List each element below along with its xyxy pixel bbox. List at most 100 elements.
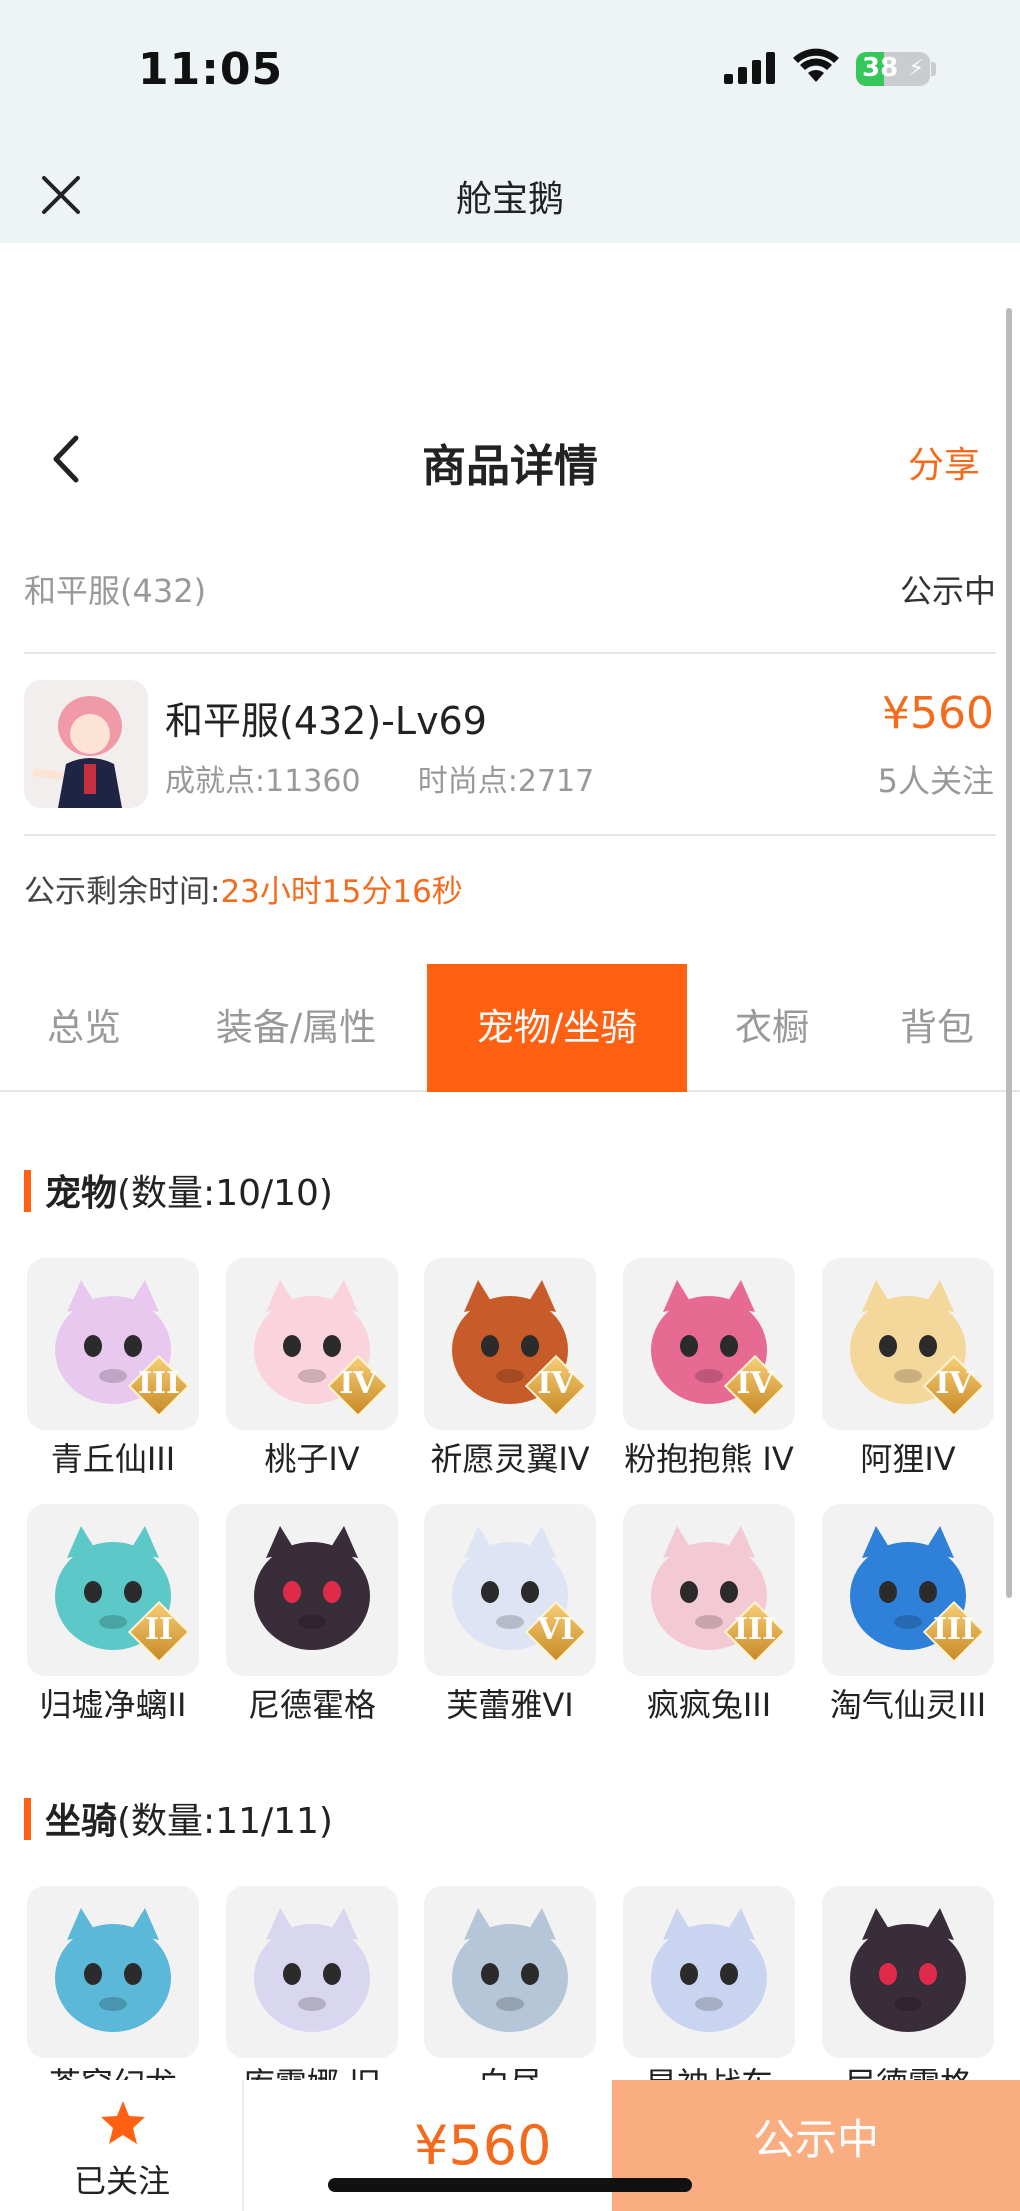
pet-item[interactable]: II 归墟净螭II xyxy=(27,1504,199,1726)
pet-item[interactable]: 尼德霍格 xyxy=(226,1504,398,1726)
pet-item[interactable]: IV 桃子IV xyxy=(226,1258,398,1480)
battery-percent: 38 xyxy=(862,53,899,83)
mount-item[interactable]: 尼德霍格 xyxy=(822,1886,994,2088)
star-horse-icon xyxy=(623,1886,795,2058)
star-icon xyxy=(101,2101,145,2144)
pet-item[interactable]: IV 祈愿灵翼IV xyxy=(424,1258,596,1480)
tab-pets-mounts[interactable]: 宠物/坐骑 xyxy=(427,964,687,1092)
section-accent-bar xyxy=(24,1798,31,1840)
character-avatar xyxy=(24,680,148,808)
tier-badge: IV xyxy=(723,1354,787,1418)
tier-badge: IV xyxy=(326,1354,390,1418)
listing-status: 公示中 xyxy=(899,572,996,610)
item-name: 和平服(432)-Lv69 xyxy=(165,699,487,743)
pet-item[interactable]: IV 粉抱抱熊 IV xyxy=(623,1258,795,1480)
follow-button[interactable]: 已关注 xyxy=(0,2080,244,2211)
tab-equipment[interactable]: 装备/属性 xyxy=(196,964,396,1092)
pet-name: 祈愿灵翼IV xyxy=(430,1440,590,1478)
mounts-section-title: 坐骑(数量:11/11) xyxy=(24,1792,333,1844)
goddess-icon: VI xyxy=(424,1504,596,1676)
tab-wardrobe[interactable]: 衣橱 xyxy=(712,964,832,1092)
pet-name: 阿狸IV xyxy=(860,1440,956,1478)
mounts-count: (数量:11/11) xyxy=(117,1801,333,1842)
tier-numeral: VI xyxy=(537,1612,575,1647)
tab-overview[interactable]: 总览 xyxy=(24,964,144,1092)
tier-numeral: IV xyxy=(935,1366,973,1401)
tab-bar: 总览 装备/属性 宠物/坐骑 衣橱 背包 xyxy=(0,964,1020,1092)
sky-dragon-icon xyxy=(27,1886,199,2058)
pet-item[interactable]: VI 芙蕾雅VI xyxy=(424,1504,596,1726)
white-cat-icon xyxy=(424,1886,596,2058)
tier-badge: II xyxy=(127,1600,191,1664)
mount-item[interactable]: 星神战车 xyxy=(623,1886,795,2088)
dragon-icon: II xyxy=(27,1504,199,1676)
countdown-value: 23小时15分16秒 xyxy=(220,874,463,910)
divider xyxy=(24,834,996,836)
pet-item[interactable]: III 青丘仙III xyxy=(27,1258,199,1480)
page-title: 商品详情 xyxy=(422,441,598,492)
tier-numeral: II xyxy=(144,1612,174,1647)
mount-item[interactable]: 白昼 xyxy=(424,1886,596,2088)
server-name: 和平服(432) xyxy=(24,572,207,610)
public-countdown: 公示剩余时间:23小时15分16秒 xyxy=(24,866,463,911)
pet-name: 芙蕾雅VI xyxy=(446,1686,574,1724)
mounts-title: 坐骑 xyxy=(45,1801,118,1842)
tier-numeral: III xyxy=(733,1612,777,1647)
blue-dog-icon: III xyxy=(822,1504,994,1676)
fox-spirit-icon: III xyxy=(27,1258,199,1430)
tier-numeral: IV xyxy=(339,1366,377,1401)
pet-name: 淘气仙灵III xyxy=(829,1686,987,1724)
mount-item[interactable]: 苍穹幻龙 xyxy=(27,1886,199,2088)
pet-name: 桃子IV xyxy=(264,1440,360,1478)
bear-icon: IV xyxy=(623,1258,795,1430)
section-accent-bar xyxy=(24,1170,31,1212)
mount-item[interactable]: 库露娜·旧 xyxy=(226,1886,398,2088)
battery-icon: 38 ⚡ xyxy=(856,52,930,86)
fashion-points: 时尚点:2717 xyxy=(417,764,595,799)
status-time: 11:05 xyxy=(138,44,284,95)
pet-item[interactable]: IV 阿狸IV xyxy=(822,1258,994,1480)
pet-name: 粉抱抱熊 IV xyxy=(624,1440,794,1478)
bottom-price: ¥560 xyxy=(414,2114,552,2177)
countdown-label: 公示剩余时间: xyxy=(24,874,221,910)
follow-count: 5人关注 xyxy=(877,762,994,800)
dark-dragon-icon xyxy=(822,1886,994,2058)
pet-name: 青丘仙III xyxy=(50,1440,176,1478)
pet-item[interactable]: III 疯疯兔III xyxy=(623,1504,795,1726)
server-row: 和平服(432) 公示中 xyxy=(24,566,996,616)
cellular-signal-icon xyxy=(724,52,775,84)
pets-section-title: 宠物(数量:10/10) xyxy=(24,1164,333,1216)
pets-count: (数量:10/10) xyxy=(117,1173,333,1214)
pet-name: 疯疯兔III xyxy=(646,1686,772,1724)
dark-dragon-icon xyxy=(226,1504,398,1676)
page-header: 商品详情 分享 xyxy=(0,420,1020,500)
tier-numeral: IV xyxy=(537,1366,575,1401)
tier-badge: VI xyxy=(524,1600,588,1664)
tier-numeral: III xyxy=(137,1366,181,1401)
tier-badge: III xyxy=(723,1600,787,1664)
app-bar: 舱宝鹅 xyxy=(0,136,1020,243)
charging-icon: ⚡ xyxy=(908,56,924,81)
item-stats: 成就点:11360 时尚点:2717 xyxy=(165,756,594,800)
tab-backpack[interactable]: 背包 xyxy=(880,964,994,1092)
tier-numeral: IV xyxy=(736,1366,774,1401)
pet-name: 尼德霍格 xyxy=(247,1686,376,1724)
moon-maiden-icon xyxy=(226,1886,398,2058)
item-price: ¥560 xyxy=(882,688,994,739)
achievement-points: 成就点:11360 xyxy=(165,764,361,799)
tier-numeral: III xyxy=(932,1612,976,1647)
follow-label: 已关注 xyxy=(73,2162,170,2200)
eagle-icon: IV xyxy=(424,1258,596,1430)
wifi-icon xyxy=(793,48,839,82)
battery-tip xyxy=(931,62,936,76)
rabbit-icon: III xyxy=(623,1504,795,1676)
home-indicator xyxy=(328,2178,692,2192)
status-bar: 11:05 38 ⚡ xyxy=(0,0,1020,136)
tier-badge: IV xyxy=(922,1354,986,1418)
scrollbar[interactable] xyxy=(1006,308,1012,1598)
share-button[interactable]: 分享 xyxy=(908,436,980,488)
divider xyxy=(24,652,996,654)
pet-item[interactable]: III 淘气仙灵III xyxy=(822,1504,994,1726)
tier-badge: III xyxy=(127,1354,191,1418)
pet-name: 归墟净螭II xyxy=(39,1686,187,1724)
